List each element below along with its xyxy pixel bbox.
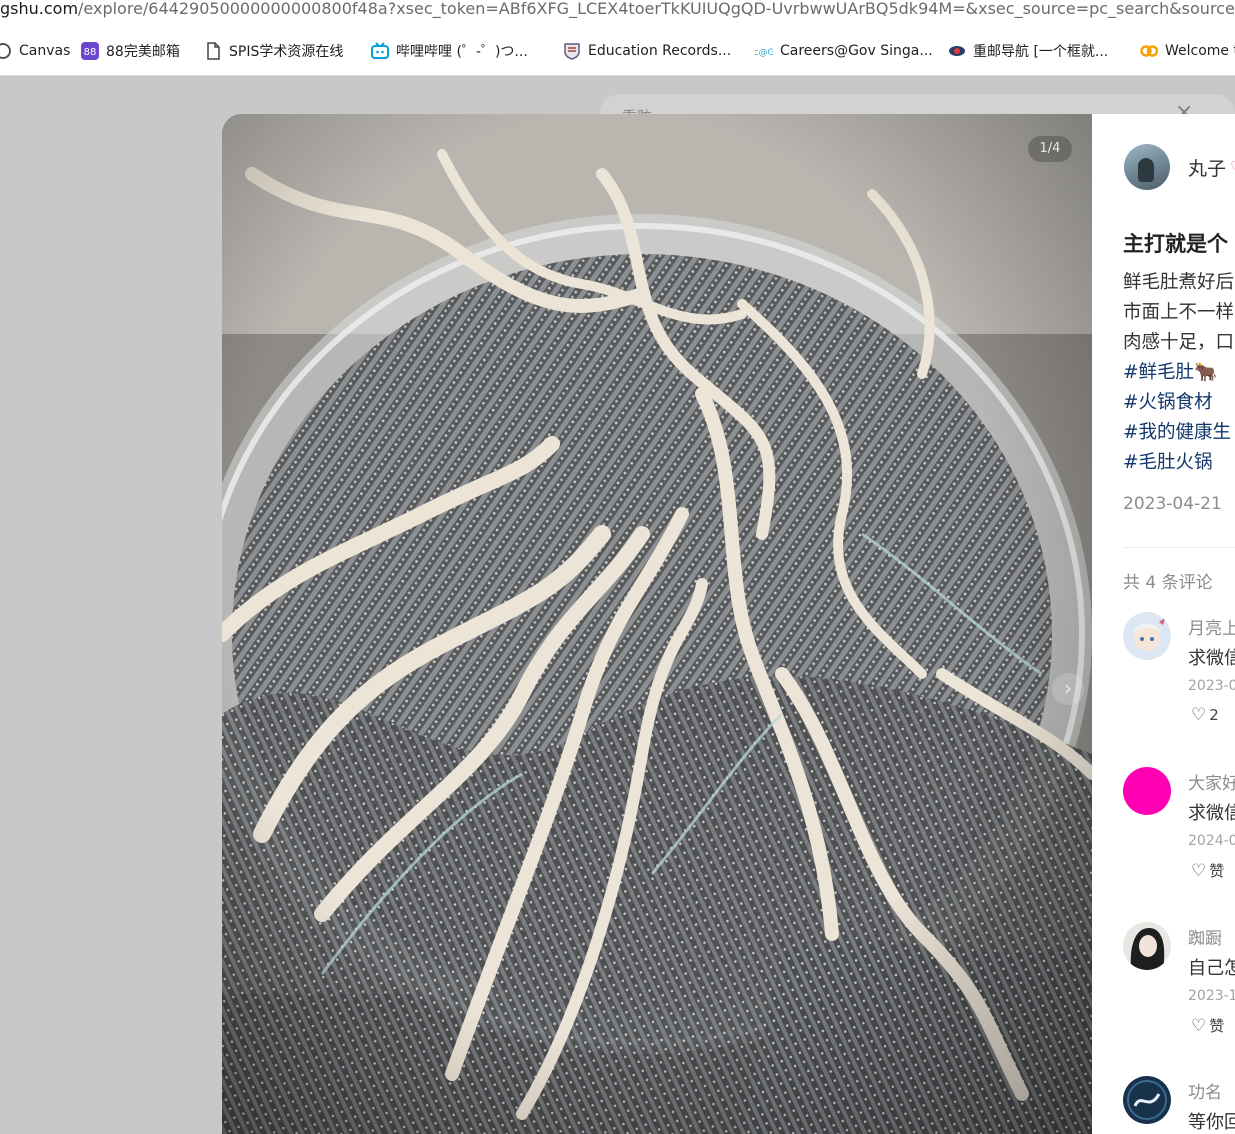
like-label: 赞 — [1209, 1017, 1225, 1035]
bookmark-education-records[interactable]: Education Records... — [563, 40, 731, 62]
note-title: 主打就是个 — [1123, 232, 1228, 256]
avatar[interactable] — [1123, 922, 1171, 970]
mail88-icon: 88 — [81, 42, 99, 60]
comment-count: 共 4 条评论 — [1123, 573, 1213, 593]
hashtag-link[interactable]: #我的健康生 — [1123, 418, 1231, 444]
note-detail-panel: 丸子 ♡ 主打就是个 鲜毛肚煮好后 市面上不一样 肉感十足，口 #鲜毛肚🐂 #火… — [1092, 114, 1235, 1134]
bookmark-bilibili[interactable]: 哔哩哔哩 (゜-゜)つ... — [371, 40, 528, 62]
description-line: 鲜毛肚煮好后 — [1123, 272, 1235, 293]
cqupt-icon — [949, 46, 965, 56]
heart-outline-icon: ♡ — [1191, 705, 1207, 725]
bookmark-welcome[interactable]: Welcome t — [1140, 40, 1235, 62]
comment-text: 求微信 — [1188, 648, 1235, 669]
avatar[interactable] — [1124, 144, 1170, 190]
comment-text: 自己怎 — [1188, 958, 1235, 979]
comment-text: 等你回 — [1188, 1112, 1235, 1133]
url-host: gshu.com — [0, 0, 79, 18]
divider — [1123, 547, 1235, 548]
commenter-name[interactable]: 月亮上 — [1188, 614, 1235, 639]
address-bar[interactable]: gshu.com/explore/64429050000000000800f48… — [0, 0, 1235, 29]
bookmark-cqupt-nav[interactable]: 重邮导航 [一个框就... — [948, 40, 1108, 62]
bookmark-spis[interactable]: SPIS学术资源在线 — [204, 40, 343, 62]
hashtag-link[interactable]: #毛肚火锅 — [1123, 448, 1213, 474]
bookmarks-bar: Canvas 88 88完美邮箱 SPIS学术资源在线 哔哩哔哩 (゜-゜)つ.… — [0, 28, 1235, 76]
bookmark-label: 重邮导航 [一个框就... — [973, 44, 1109, 60]
bookmark-label: Education Records... — [588, 43, 732, 59]
description-line: 市面上不一样 — [1123, 302, 1235, 323]
like-label: 赞 — [1209, 862, 1225, 880]
heart-outline-icon: ♡ — [1191, 860, 1207, 881]
image-counter: 1/4 — [1028, 136, 1072, 162]
comment-date: 2024-0 — [1188, 833, 1235, 849]
note-photo[interactable] — [222, 114, 1092, 1134]
anime-avatar-image — [1123, 612, 1171, 660]
url-path: /explore/64429050000000000800f48a?xsec_t… — [78, 0, 1235, 18]
bookmark-canvas[interactable]: Canvas — [0, 40, 70, 62]
hashtag-link[interactable]: #火锅食材 — [1123, 388, 1213, 414]
url-text[interactable]: gshu.com/explore/64429050000000000800f48… — [0, 0, 1235, 18]
author-badge-icon: ♡ — [1230, 158, 1235, 176]
bookmark-label: 哔哩哔哩 (゜-゜)つ... — [396, 44, 528, 60]
bilibili-icon — [371, 42, 389, 59]
comment-text: 求微信 — [1188, 803, 1235, 824]
hashtag-link[interactable]: #鲜毛肚🐂 — [1123, 358, 1217, 384]
commenter-name[interactable]: 大家好 — [1188, 769, 1235, 794]
bookmark-careers-gov[interactable]: c@G Careers@Gov Singa... — [755, 40, 933, 62]
bookmark-label: Careers@Gov Singa... — [780, 43, 933, 59]
bookmark-label: Canvas — [19, 43, 71, 59]
canvas-icon — [0, 43, 11, 59]
calligraphy-avatar-image — [1123, 1076, 1171, 1124]
welcome-icon — [1140, 45, 1158, 57]
tripe-photo-illustration — [222, 114, 1092, 1134]
next-image-button[interactable]: › — [1052, 673, 1084, 705]
svg-text:c@G: c@G — [755, 48, 773, 58]
avatar[interactable] — [1123, 767, 1171, 815]
commenter-name[interactable]: 踟蹰 — [1188, 924, 1222, 949]
heart-outline-icon: ♡ — [1191, 1015, 1207, 1036]
bookmark-label: 88完美邮箱 — [106, 44, 180, 60]
commenter-name[interactable]: 功名 — [1188, 1078, 1222, 1103]
like-button[interactable]: ♡ 2 — [1191, 705, 1219, 725]
avatar[interactable] — [1123, 1076, 1171, 1124]
description-line: 肉感十足，口 — [1123, 332, 1235, 353]
like-count: 2 — [1209, 706, 1219, 724]
comment-date: 2023-0 — [1188, 678, 1235, 694]
bookmark-88-mail[interactable]: 88 88完美邮箱 — [81, 40, 180, 62]
portrait-avatar-image — [1123, 922, 1171, 970]
document-icon — [207, 42, 220, 60]
comment-date: 2023-1 — [1188, 988, 1235, 1004]
bookmark-label: Welcome t — [1165, 43, 1235, 59]
author-row[interactable]: 丸子 ♡ — [1124, 144, 1235, 190]
author-name[interactable]: 丸子 — [1188, 154, 1226, 181]
like-button[interactable]: ♡ 赞 — [1191, 860, 1224, 881]
svg-text:88: 88 — [84, 47, 97, 58]
like-button[interactable]: ♡ 赞 — [1191, 1015, 1224, 1036]
careers-gov-icon: c@G — [755, 48, 773, 58]
avatar[interactable] — [1123, 612, 1171, 660]
post-date: 2023-04-21 — [1123, 494, 1222, 514]
university-shield-icon — [564, 43, 580, 60]
bookmark-label: SPIS学术资源在线 — [229, 44, 344, 60]
